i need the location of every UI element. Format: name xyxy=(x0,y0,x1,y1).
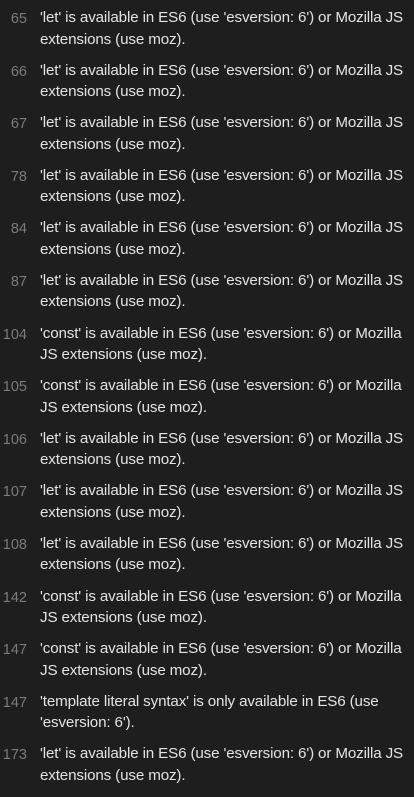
line-number: 104 xyxy=(2,326,27,343)
line-number: 67 xyxy=(10,116,27,133)
warning-row: 147 'const' is available in ES6 (use 'es… xyxy=(0,638,414,691)
warning-message: 'const' is available in ES6 (use 'esvers… xyxy=(40,640,402,679)
line-number: 66 xyxy=(10,63,27,80)
warning-message: 'let' is available in ES6 (use 'esversio… xyxy=(40,429,404,469)
warning-row: 65 'let' is available in ES6 (use 'esver… xyxy=(0,7,414,60)
warning-row: 108 'let' is available in ES6 (use 'esve… xyxy=(0,533,414,586)
warning-row: 106 'let' is available in ES6 (use 'esve… xyxy=(0,428,414,481)
line-number: 105 xyxy=(2,379,27,396)
warning-row: 147 'template literal syntax' is only av… xyxy=(0,691,414,744)
line-number: 142 xyxy=(2,589,27,606)
line-number: 106 xyxy=(2,431,27,448)
line-number: 78 xyxy=(10,168,27,185)
line-number: 173 xyxy=(2,747,27,764)
warning-message: 'let' is available in ES6 (use 'esversio… xyxy=(40,271,404,311)
warning-message: 'template literal syntax' is only availa… xyxy=(40,692,379,732)
warning-message: 'let' is available in ES6 (use 'esversio… xyxy=(40,745,404,784)
line-number: 87 xyxy=(10,273,27,290)
warning-row: 87 'let' is available in ES6 (use 'esver… xyxy=(0,270,414,323)
line-number: 84 xyxy=(10,221,27,238)
warning-message: 'let' is available in ES6 (use 'esversio… xyxy=(40,114,404,153)
warning-row: 84 'let' is available in ES6 (use 'esver… xyxy=(0,217,414,270)
warning-row: 142 'const' is available in ES6 (use 'es… xyxy=(0,586,414,639)
warning-message: 'let' is available in ES6 (use 'esversio… xyxy=(40,166,404,206)
warning-row: 173 'let' is available in ES6 (use 'esve… xyxy=(0,743,414,796)
warning-message: 'const' is available in ES6 (use 'esvers… xyxy=(40,587,402,627)
warning-message: 'const' is available in ES6 (use 'esvers… xyxy=(40,377,402,416)
warning-row: 107 'let' is available in ES6 (use 'esve… xyxy=(0,480,414,533)
line-number: 65 xyxy=(10,11,27,27)
warning-message: 'let' is available in ES6 (use 'esversio… xyxy=(40,9,404,48)
line-number: 147 xyxy=(2,694,27,711)
warning-message: 'let' is available in ES6 (use 'esversio… xyxy=(40,61,404,101)
warning-row: 105 'const' is available in ES6 (use 'es… xyxy=(0,375,414,428)
line-number: 107 xyxy=(2,484,27,501)
line-number: 147 xyxy=(2,642,27,659)
warning-row: 66 'let' is available in ES6 (use 'esver… xyxy=(0,60,414,113)
warning-message: 'let' is available in ES6 (use 'esversio… xyxy=(40,482,404,521)
line-number: 108 xyxy=(2,536,27,553)
warning-message: 'let' is available in ES6 (use 'esversio… xyxy=(40,534,404,574)
warning-message: 'const' is available in ES6 (use 'esvers… xyxy=(40,324,402,364)
warning-row: 78 'let' is available in ES6 (use 'esver… xyxy=(0,165,414,218)
warning-row: 67 'let' is available in ES6 (use 'esver… xyxy=(0,112,414,165)
warning-message: 'let' is available in ES6 (use 'esversio… xyxy=(40,219,404,258)
warning-row: 104 'const' is available in ES6 (use 'es… xyxy=(0,323,414,376)
lint-warning-list: 65 'let' is available in ES6 (use 'esver… xyxy=(0,7,414,796)
